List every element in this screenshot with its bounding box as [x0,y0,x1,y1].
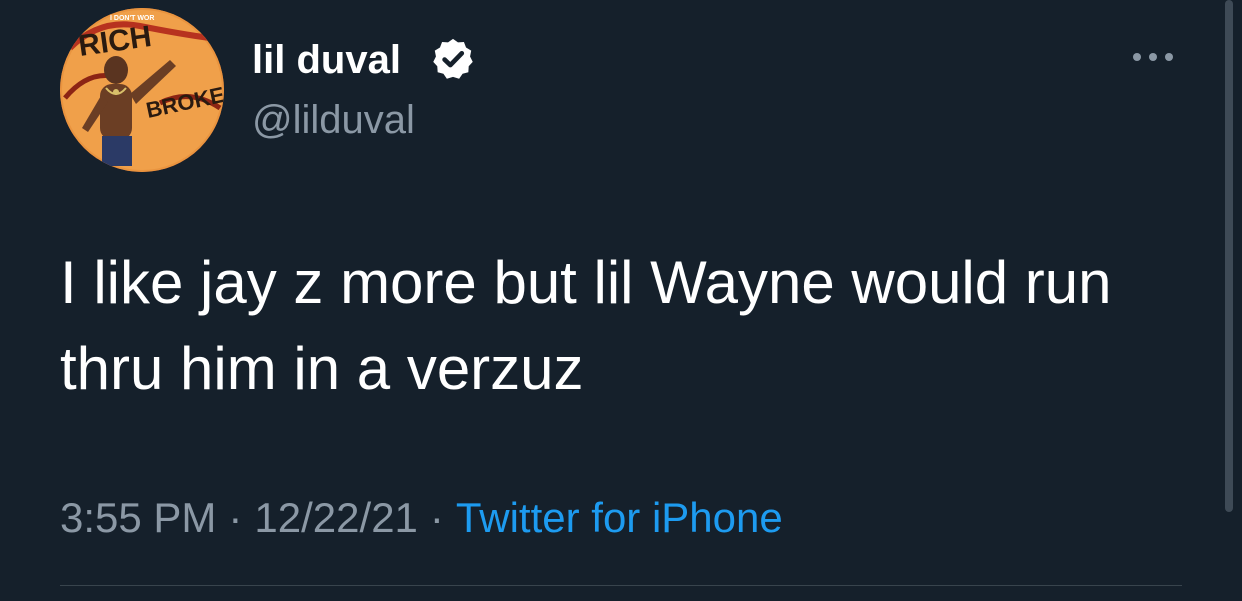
avatar[interactable]: I DON'T WOR RICH BROKE [60,8,224,172]
profile-photo: I DON'T WOR RICH BROKE [60,8,224,172]
scrollbar[interactable] [1225,0,1233,512]
tweet-source-link[interactable]: Twitter for iPhone [456,494,783,541]
tweet-metadata: 3:55 PM · 12/22/21 · Twitter for iPhone [60,490,783,546]
username-handle[interactable]: @lilduval [252,92,415,148]
more-horizontal-icon[interactable] [1128,42,1178,72]
tweet-text: I like jay z more but lil Wayne would ru… [60,249,1112,402]
tweet-detail: I DON'T WOR RICH BROKE lil duval @lilduv… [0,0,1242,601]
meta-separator: · [228,494,243,541]
verified-badge-icon [433,38,473,79]
divider [60,585,1182,586]
tweet-time[interactable]: 3:55 PM [60,494,216,541]
display-name[interactable]: lil duval [252,32,401,88]
tweet-date[interactable]: 12/22/21 [254,494,418,541]
meta-separator: · [429,494,444,541]
